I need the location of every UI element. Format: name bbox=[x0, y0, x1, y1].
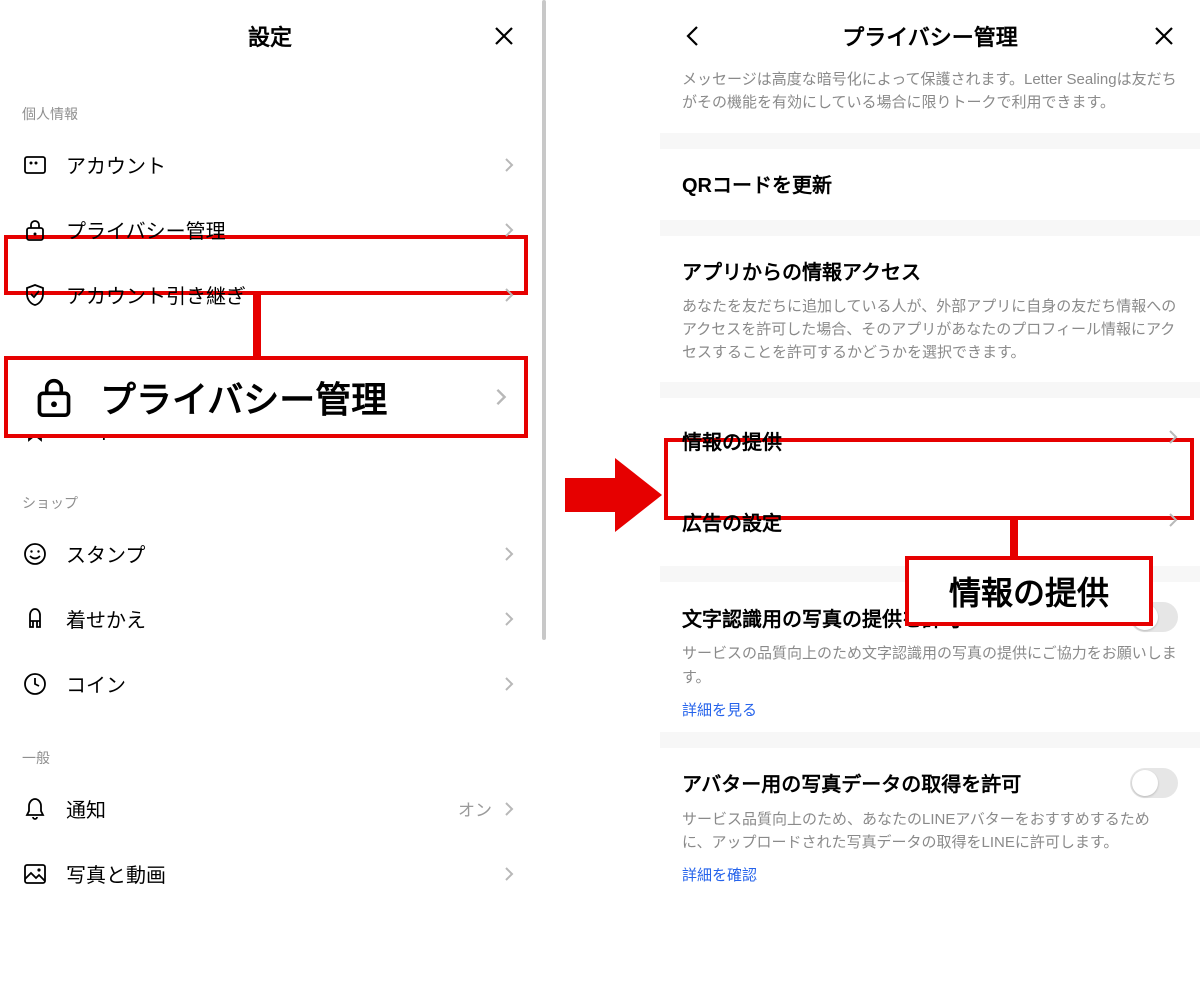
row-label: 広告の設定 bbox=[682, 507, 1178, 536]
theme-icon bbox=[22, 606, 48, 632]
section-label-shop: ショップ bbox=[0, 461, 540, 521]
divider bbox=[660, 382, 1200, 398]
annotation-connector bbox=[253, 295, 261, 359]
row-label: プライバシー管理 bbox=[66, 215, 500, 244]
row-label: アカウント引き継ぎ bbox=[66, 280, 500, 309]
header: 設定 bbox=[0, 0, 540, 72]
row-label: 情報の提供 bbox=[682, 426, 1178, 455]
toggle-knob bbox=[1132, 770, 1158, 796]
chevron-right-icon bbox=[500, 865, 518, 883]
chevron-right-icon bbox=[500, 221, 518, 239]
close-icon bbox=[1153, 25, 1175, 47]
row-privacy[interactable]: プライバシー管理 bbox=[0, 197, 540, 262]
chevron-right-icon bbox=[500, 800, 518, 818]
chevron-right-icon bbox=[492, 388, 510, 406]
shield-icon bbox=[22, 282, 48, 308]
app-access-desc: あなたを友だちに追加している人が、外部アプリに自身の友だち情報へのアクセスを許可… bbox=[660, 295, 1200, 383]
row-label: 写真と動画 bbox=[66, 859, 500, 888]
lock-icon bbox=[22, 217, 48, 243]
close-button[interactable] bbox=[1150, 22, 1178, 50]
back-button[interactable] bbox=[678, 22, 706, 50]
photo-icon bbox=[22, 861, 48, 887]
row-ad-settings[interactable]: 広告の設定 bbox=[660, 483, 1200, 560]
annotation-callout: プライバシー管理 bbox=[4, 356, 528, 438]
section-label-general: 一般 bbox=[0, 716, 540, 776]
lock-icon bbox=[30, 373, 78, 421]
row-account[interactable]: アカウント bbox=[0, 132, 540, 197]
row-account-transfer[interactable]: アカウント引き継ぎ bbox=[0, 262, 540, 327]
chevron-right-icon bbox=[500, 156, 518, 174]
coin-icon bbox=[22, 671, 48, 697]
section-label-personal: 個人情報 bbox=[0, 72, 540, 132]
close-icon bbox=[493, 25, 515, 47]
scrollbar[interactable] bbox=[542, 0, 546, 640]
row-label: アカウント bbox=[66, 150, 500, 179]
row-coin[interactable]: コイン bbox=[0, 651, 540, 716]
header: プライバシー管理 bbox=[660, 0, 1200, 72]
account-icon bbox=[22, 152, 48, 178]
close-button[interactable] bbox=[490, 22, 518, 50]
annotation-callout: 情報の提供 bbox=[905, 556, 1153, 626]
arrow-icon bbox=[560, 440, 670, 550]
chevron-left-icon bbox=[685, 25, 699, 47]
ocr-details-link[interactable]: 詳細を見る bbox=[660, 695, 1200, 732]
divider bbox=[660, 220, 1200, 236]
row-label: QRコードを更新 bbox=[682, 169, 1178, 198]
row-notification[interactable]: 通知 オン bbox=[0, 776, 540, 841]
row-app-access[interactable]: アプリからの情報アクセス bbox=[660, 236, 1200, 295]
chevron-right-icon bbox=[500, 610, 518, 628]
callout-text: プライバシー管理 bbox=[100, 371, 387, 423]
row-label: 着せかえ bbox=[66, 604, 500, 633]
row-label: アバター用の写真データの取得を許可 bbox=[682, 768, 1021, 797]
chevron-right-icon bbox=[500, 675, 518, 693]
privacy-screen: プライバシー管理 メッセージは高度な暗号化によって保護されます。Letter S… bbox=[660, 0, 1200, 984]
row-label: 通知 bbox=[66, 794, 458, 823]
row-value: オン bbox=[458, 796, 492, 821]
row-stamp[interactable]: スタンプ bbox=[0, 521, 540, 586]
row-label: スタンプ bbox=[66, 539, 500, 568]
smiley-icon bbox=[22, 541, 48, 567]
avatar-desc: サービス品質向上のため、あなたのLINEアバターをおすすめするために、アップロー… bbox=[660, 808, 1200, 861]
row-qr-update[interactable]: QRコードを更新 bbox=[660, 149, 1200, 220]
annotation-connector bbox=[1010, 520, 1018, 560]
row-avatar-toggle[interactable]: アバター用の写真データの取得を許可 bbox=[660, 748, 1200, 808]
row-photo-video[interactable]: 写真と動画 bbox=[0, 841, 540, 906]
chevron-right-icon bbox=[500, 545, 518, 563]
bell-icon bbox=[22, 796, 48, 822]
chevron-right-icon bbox=[1164, 511, 1182, 529]
chevron-right-icon bbox=[500, 286, 518, 304]
toggle-avatar[interactable] bbox=[1130, 768, 1178, 798]
row-label: アプリからの情報アクセス bbox=[682, 256, 1178, 285]
page-title: 設定 bbox=[248, 20, 292, 52]
callout-text: 情報の提供 bbox=[927, 558, 1131, 624]
divider bbox=[660, 133, 1200, 149]
row-info-provision[interactable]: 情報の提供 bbox=[660, 398, 1200, 483]
letter-sealing-desc: メッセージは高度な暗号化によって保護されます。Letter Sealingは友だ… bbox=[660, 68, 1200, 133]
page-title: プライバシー管理 bbox=[842, 20, 1018, 52]
settings-screen: 設定 個人情報 アカウント プライバシー管理 アカウン bbox=[0, 0, 540, 984]
ocr-desc: サービスの品質向上のため文字認識用の写真の提供にご協力をお願いします。 bbox=[660, 642, 1200, 695]
avatar-details-link[interactable]: 詳細を確認 bbox=[660, 860, 1200, 897]
divider bbox=[660, 732, 1200, 748]
chevron-right-icon bbox=[1164, 428, 1182, 446]
row-label: コイン bbox=[66, 669, 500, 698]
row-theme[interactable]: 着せかえ bbox=[0, 586, 540, 651]
